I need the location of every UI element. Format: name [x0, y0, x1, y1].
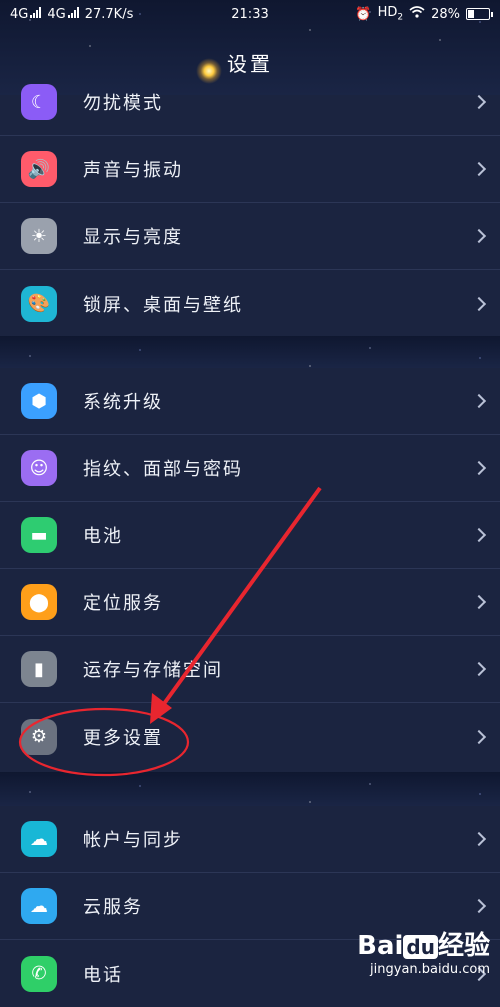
settings-item[interactable]: ⬤ 定位服务	[0, 569, 500, 636]
settings-item-label: 电池	[83, 526, 123, 547]
settings-item[interactable]: ☺ 指纹、面部与密码	[0, 435, 500, 502]
settings-item-label: 更多设置	[83, 727, 163, 749]
settings-item-label: 显示与亮度	[83, 227, 183, 248]
palette-icon: 🎨	[21, 285, 57, 322]
cloud-sync-icon: ☁	[21, 821, 57, 857]
status-bar: 4G 4G 27.7K/s 21:33 ⏰ HD2 28%	[0, 0, 500, 28]
cloud-icon: ☁	[21, 888, 57, 924]
baidu-watermark: Bai du 经验 jingyan.baidu.com	[357, 925, 490, 977]
sd-card-icon: ▮	[21, 651, 57, 687]
settings-group-1: ☾ 勿扰模式 🔊 声音与振动 ☀ 显示与亮度 🎨 锁屏、桌面与壁纸	[0, 69, 500, 337]
chevron-right-icon	[471, 161, 487, 177]
phone-icon: ✆	[21, 955, 57, 992]
settings-item[interactable]: ⚙ 更多设置	[0, 703, 500, 770]
chevron-right-icon	[471, 228, 487, 244]
chevron-right-icon	[471, 94, 487, 110]
settings-item[interactable]: ☀ 显示与亮度	[0, 203, 500, 270]
settings-item-label: 声音与振动	[83, 160, 183, 181]
speaker-icon: 🔊	[21, 151, 57, 187]
watermark-site: jingyan.baidu.com	[370, 962, 490, 977]
chevron-right-icon	[471, 393, 487, 409]
baidu-logo: Bai du 经验	[357, 931, 490, 961]
settings-group-2: ⬢ 系统升级 ☺ 指纹、面部与密码 ▬ 电池 ⬤ 定位服务 ▮ 运存与存储空间 ⚙ 更多设置	[0, 368, 500, 770]
chevron-right-icon	[471, 661, 487, 677]
settings-item-label: 运存与存储空间	[83, 660, 223, 681]
settings-item-label: 帐户与同步	[83, 830, 183, 851]
settings-item[interactable]: ▬ 电池	[0, 502, 500, 569]
settings-item[interactable]: ☁ 帐户与同步	[0, 806, 500, 873]
settings-item-label: 勿扰模式	[83, 93, 163, 114]
cube-icon: ⬢	[21, 383, 57, 419]
battery-icon: ▬	[21, 517, 57, 553]
settings-item-label: 云服务	[83, 897, 143, 918]
battery-level-icon	[466, 8, 493, 20]
chevron-right-icon	[471, 460, 487, 476]
settings-item-label: 电话	[83, 964, 123, 986]
moon-icon: ☾	[21, 84, 57, 120]
group-separator	[0, 772, 500, 806]
chevron-right-icon	[471, 594, 487, 610]
settings-item[interactable]: ▮ 运存与存储空间	[0, 636, 500, 703]
settings-item-label: 定位服务	[83, 593, 163, 614]
settings-item-label: 指纹、面部与密码	[83, 459, 243, 480]
fingerprint-icon: ☺	[21, 450, 57, 486]
location-icon: ⬤	[21, 584, 57, 620]
settings-item[interactable]: ☾ 勿扰模式	[0, 69, 500, 136]
status-time: 21:33	[231, 6, 269, 22]
settings-item-label: 系统升级	[83, 392, 163, 413]
settings-item-label: 锁屏、桌面与壁纸	[83, 294, 243, 316]
gear-icon: ⚙	[21, 718, 57, 755]
chevron-right-icon	[471, 898, 487, 914]
chevron-right-icon	[471, 729, 487, 744]
chevron-right-icon	[471, 527, 487, 543]
group-separator	[0, 336, 500, 368]
settings-item[interactable]: 🔊 声音与振动	[0, 136, 500, 203]
sun-icon: ☀	[21, 218, 57, 254]
chevron-right-icon	[471, 831, 487, 847]
settings-item[interactable]: 🎨 锁屏、桌面与壁纸	[0, 270, 500, 337]
settings-item[interactable]: ⬢ 系统升级	[0, 368, 500, 435]
chevron-right-icon	[471, 296, 487, 311]
